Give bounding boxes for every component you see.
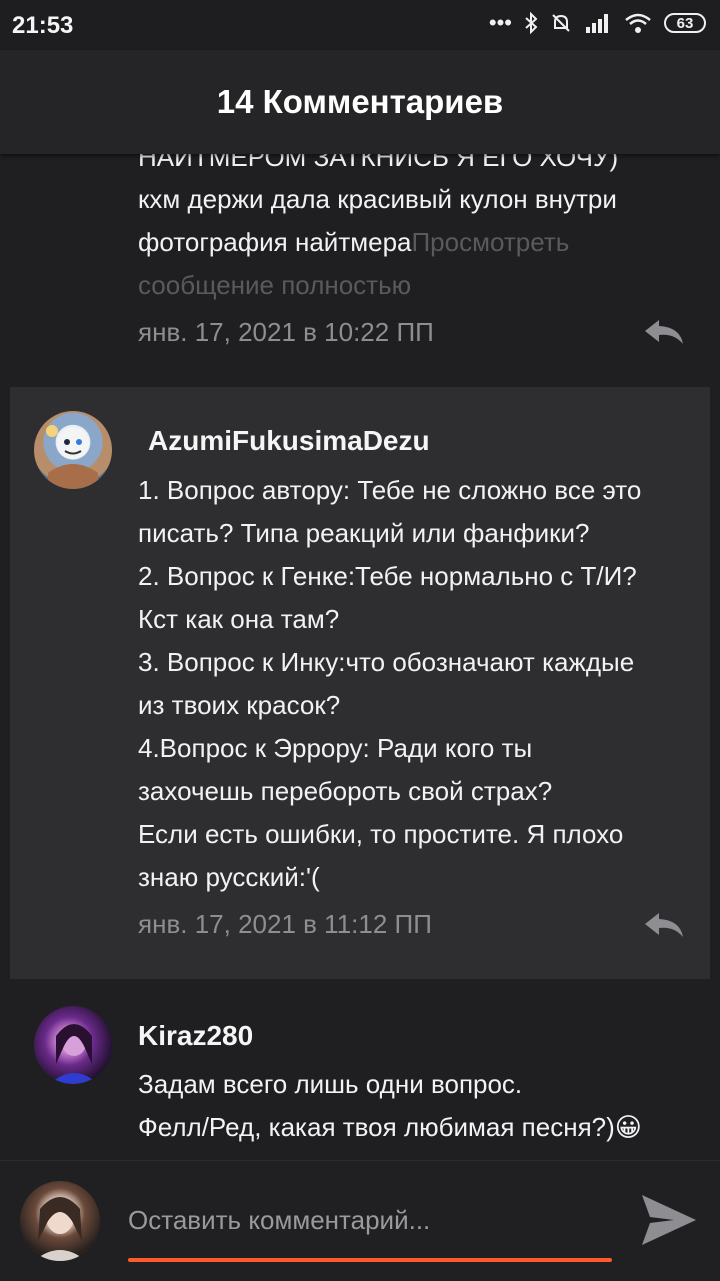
comment-date: янв. 17, 2021 в 10:22 ПП (138, 317, 434, 347)
status-bar: 21:53 ••• 63 (0, 0, 720, 50)
comment-text: кхм держи дала красивый кулон внутри фот… (138, 178, 698, 307)
avatar[interactable] (34, 1006, 112, 1084)
read-more-link[interactable]: Просмотреть (411, 227, 569, 257)
comment-text: 1. Вопрос автору: Тебе не сложно все это… (138, 469, 698, 899)
comment-input[interactable]: Оставить комментарий... (128, 1205, 430, 1236)
comment-username[interactable]: Kiraz280 (138, 1020, 253, 1052)
input-underline (128, 1258, 612, 1262)
comment-line: кхм держи дала красивый кулон внутри (138, 184, 617, 214)
comment-line: Задам всего лишь одни вопрос. (138, 1069, 523, 1099)
comment-line: Если есть ошибки, то простите. Я плохо (138, 819, 624, 849)
send-icon[interactable] (640, 1193, 698, 1247)
avatar-image (34, 1197, 86, 1261)
signal-icon (586, 14, 608, 33)
comment-line: писать? Типа реакций или фанфики? (138, 518, 590, 548)
read-more-link-cont[interactable]: сообщение полностью (138, 264, 698, 307)
comment-line: Фелл/Ред, какая твоя любимая песня?)😀 (138, 1112, 642, 1142)
comment-text-cut: НАЙТМЕРОМ ЗАТКНИСЬ Я ЕГО ХОЧУ) (138, 154, 619, 172)
my-avatar[interactable] (20, 1181, 100, 1261)
more-dots-icon: ••• (488, 10, 512, 35)
comment-item: НАЙТМЕРОМ ЗАТКНИСЬ Я ЕГО ХОЧУ) кхм держи… (0, 154, 720, 380)
comment-line: Кст как она там? (138, 604, 340, 634)
comment-line: захочешь перебороть свой страх? (138, 776, 553, 806)
reply-icon[interactable] (642, 316, 686, 348)
status-time: 21:53 (12, 12, 74, 39)
comment-line-text: фотография найтмера (138, 227, 412, 257)
bluetooth-icon (525, 12, 538, 34)
reply-icon[interactable] (642, 909, 686, 941)
status-icons: ••• 63 (489, 10, 706, 36)
comment-line: 2. Вопрос к Генке:Тебе нормально с Т/И? (138, 561, 637, 591)
comment-username[interactable]: AzumiFukusimaDezu (148, 425, 430, 457)
page-title: 14 Комментариев (216, 83, 504, 120)
comment-text: Задам всего лишь одни вопрос. Фелл/Ред, … (138, 1063, 698, 1149)
avatar-image (50, 1024, 98, 1084)
comment-line: фотография найтмераПросмотреть (138, 221, 698, 264)
comment-composer: Оставить комментарий... (0, 1160, 720, 1281)
comments-list[interactable]: НАЙТМЕРОМ ЗАТКНИСЬ Я ЕГО ХОЧУ) кхм держи… (0, 154, 720, 1160)
comment-line: 4.Вопрос к Эррору: Ради кого ты (138, 733, 533, 763)
comment-line: 1. Вопрос автору: Тебе не сложно все это (138, 475, 642, 505)
battery-icon: 63 (664, 13, 706, 33)
comment-line: из твоих красок? (138, 690, 341, 720)
avatar-image (46, 425, 98, 489)
comments-header: 14 Комментариев (0, 50, 720, 154)
comment-line: 3. Вопрос к Инку:что обозначают каждые (138, 647, 635, 677)
comment-line: знаю русский:'( (138, 862, 320, 892)
comment-date: янв. 17, 2021 в 11:12 ПП (138, 909, 432, 939)
mute-bell-icon (552, 14, 570, 32)
wifi-icon (625, 13, 651, 33)
comment-item-highlighted: AzumiFukusimaDezu 1. Вопрос автору: Тебе… (10, 387, 710, 979)
avatar[interactable] (34, 411, 112, 489)
